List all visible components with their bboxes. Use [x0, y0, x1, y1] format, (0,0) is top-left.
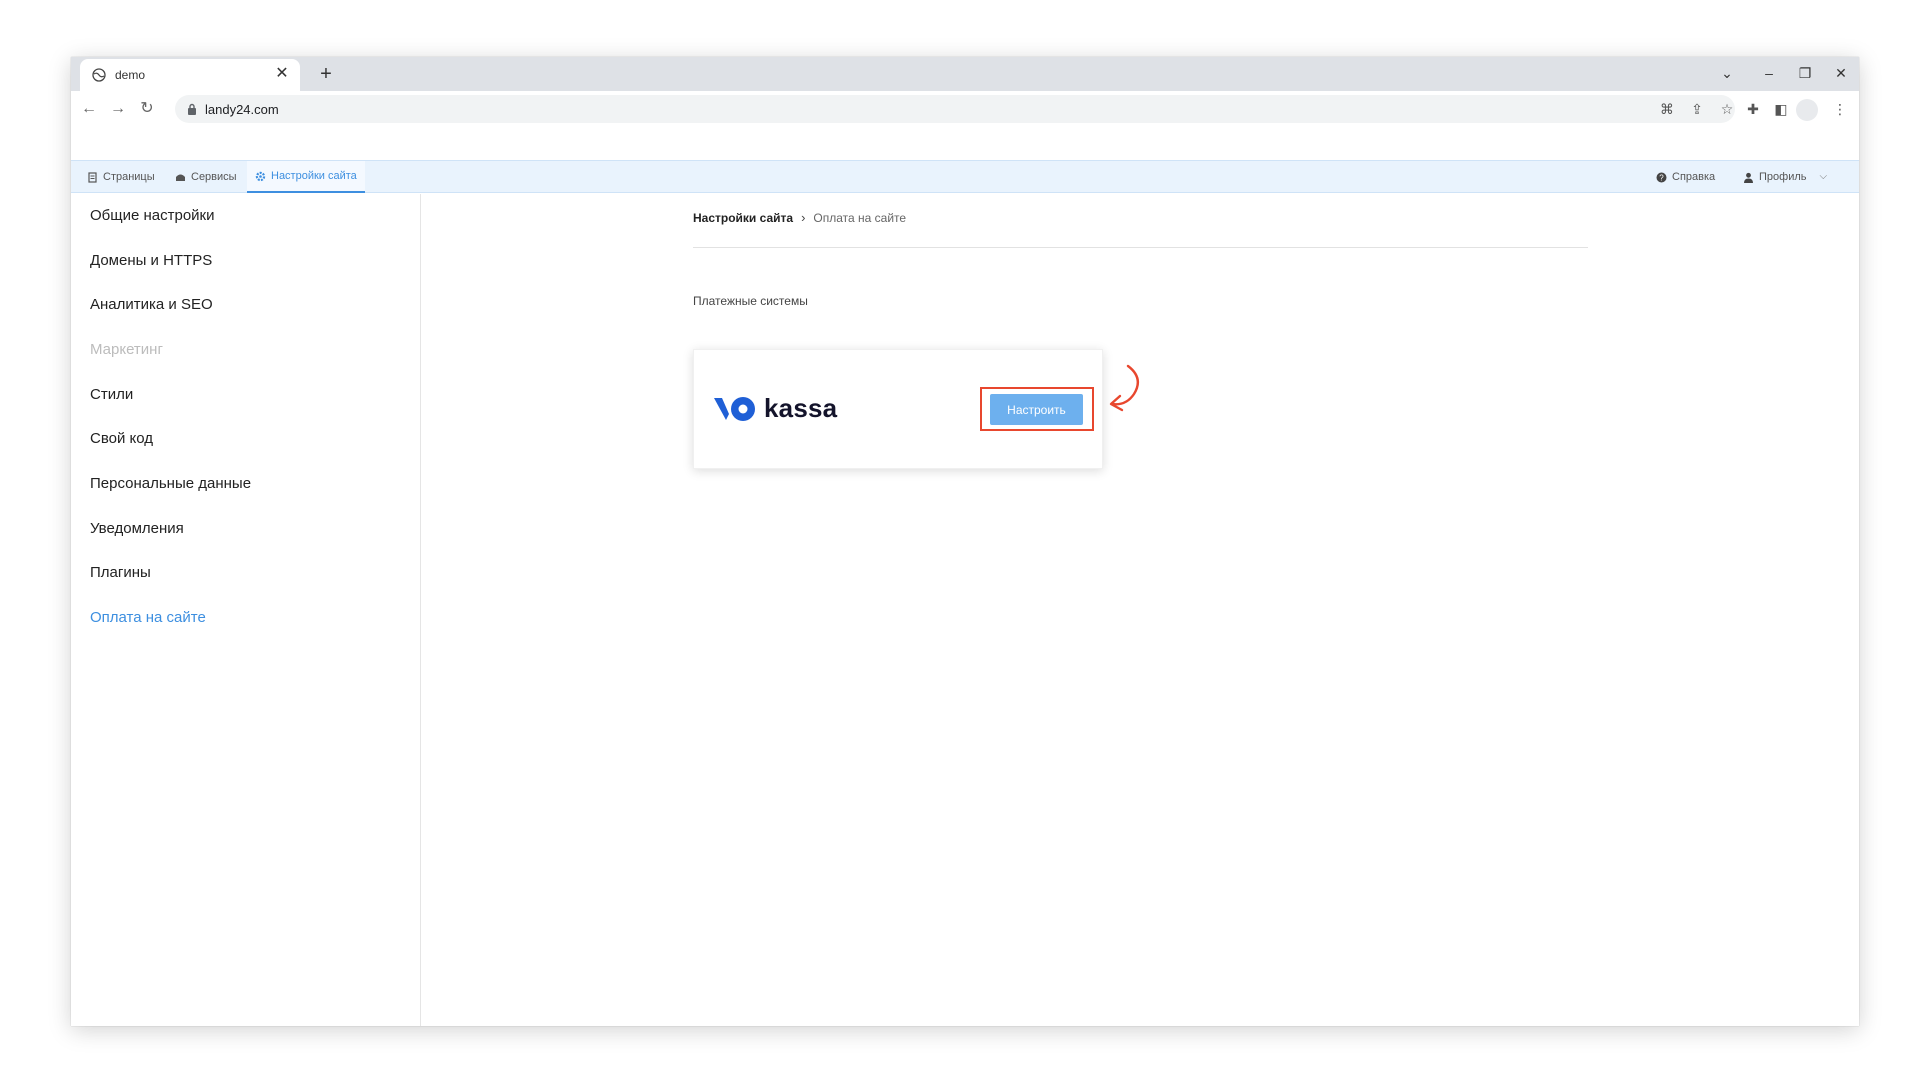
- side-panel-icon[interactable]: ◧: [1769, 97, 1793, 121]
- menu-kebab-icon[interactable]: ⋮: [1828, 97, 1852, 121]
- nav-services[interactable]: Сервисы: [175, 161, 237, 193]
- yookassa-logo: kassa: [714, 393, 837, 424]
- gear-icon: [255, 171, 266, 181]
- app-top-nav: Страницы Сервисы Настройки сайта ? Справ…: [71, 160, 1859, 193]
- address-bar[interactable]: landy24.com ⌘ ⇪ ☆: [175, 95, 1735, 123]
- back-icon[interactable]: ←: [77, 97, 101, 121]
- services-icon: [176, 174, 185, 181]
- sidebar-item-personal-data[interactable]: Персональные данные: [90, 475, 251, 492]
- close-window-icon[interactable]: ✕: [1823, 61, 1859, 85]
- sidebar-item-payment[interactable]: Оплата на сайте: [90, 609, 206, 626]
- pointer-arrow-icon: [1109, 364, 1140, 412]
- close-tab-icon[interactable]: ✕: [272, 64, 292, 84]
- forward-icon[interactable]: →: [106, 97, 130, 121]
- sidebar-item-analytics[interactable]: Аналитика и SEO: [90, 296, 213, 313]
- new-tab-icon[interactable]: +: [313, 61, 339, 87]
- sidebar-item-plugins[interactable]: Плагины: [90, 564, 151, 581]
- section-title: Платежные системы: [693, 294, 808, 308]
- sidebar-item-domains[interactable]: Домены и HTTPS: [90, 252, 212, 269]
- nav-site-settings[interactable]: Настройки сайта: [247, 161, 365, 193]
- sidebar-item-styles[interactable]: Стили: [90, 386, 133, 403]
- user-icon: [1744, 172, 1753, 183]
- minimize-icon[interactable]: –: [1751, 61, 1787, 85]
- tab-search-icon[interactable]: ⌄: [1709, 61, 1745, 85]
- lock-icon: [188, 103, 196, 115]
- chevron-down-icon: ⌵: [1819, 171, 1828, 182]
- star-icon[interactable]: ☆: [1715, 97, 1739, 121]
- nav-pages-label: Страницы: [103, 171, 155, 183]
- profile-avatar[interactable]: [1796, 99, 1818, 121]
- sidebar-item-notifications[interactable]: Уведомления: [90, 520, 184, 537]
- nav-profile[interactable]: Профиль ⌵: [1743, 161, 1827, 193]
- url-text: landy24.com: [205, 102, 279, 117]
- divider: [693, 247, 1588, 248]
- globe-icon: [92, 68, 106, 82]
- sidebar-item-custom-code[interactable]: Свой код: [90, 430, 153, 447]
- breadcrumb-root[interactable]: Настройки сайта: [693, 211, 793, 225]
- chevron-right-icon: ›: [801, 210, 806, 225]
- nav-pages[interactable]: Страницы: [87, 161, 155, 193]
- page-icon: [88, 171, 97, 183]
- nav-profile-label: Профиль: [1759, 171, 1807, 183]
- logo-wordmark: kassa: [764, 393, 838, 423]
- reload-icon[interactable]: ↻: [135, 97, 159, 121]
- nav-help[interactable]: ? Справка: [1656, 161, 1715, 193]
- nav-help-label: Справка: [1672, 171, 1716, 183]
- restore-icon[interactable]: ❐: [1787, 61, 1823, 85]
- translate-icon[interactable]: ⌘: [1655, 97, 1679, 121]
- nav-site-settings-label: Настройки сайта: [271, 170, 357, 182]
- sidebar-item-general[interactable]: Общие настройки: [90, 207, 215, 224]
- extensions-icon[interactable]: ✚: [1741, 97, 1765, 121]
- nav-services-label: Сервисы: [191, 171, 237, 183]
- tab-title: demo: [115, 68, 146, 82]
- browser-tab[interactable]: demo ✕: [80, 59, 300, 91]
- share-icon[interactable]: ⇪: [1685, 97, 1709, 121]
- yookassa-logo-icon: [714, 396, 755, 421]
- svg-text:?: ?: [1659, 173, 1664, 182]
- sidebar-item-marketing: Маркетинг: [90, 341, 163, 358]
- breadcrumb: Настройки сайта › Оплата на сайте: [693, 210, 906, 225]
- highlight-box: [980, 387, 1094, 431]
- help-icon: ?: [1656, 172, 1667, 182]
- browser-window: demo ✕ + ⌄ – ❐ ✕ ← → ↻ landy24.com ⌘ ⇪ ☆…: [71, 57, 1859, 1026]
- settings-sidebar: Общие настройки Домены и HTTPS Аналитика…: [71, 194, 421, 1026]
- browser-toolbar: ← → ↻ landy24.com ⌘ ⇪ ☆ ✚ ◧ ⋮: [71, 91, 1859, 127]
- tab-strip: demo ✕ + ⌄ – ❐ ✕: [71, 57, 1859, 91]
- breadcrumb-current: Оплата на сайте: [813, 210, 907, 225]
